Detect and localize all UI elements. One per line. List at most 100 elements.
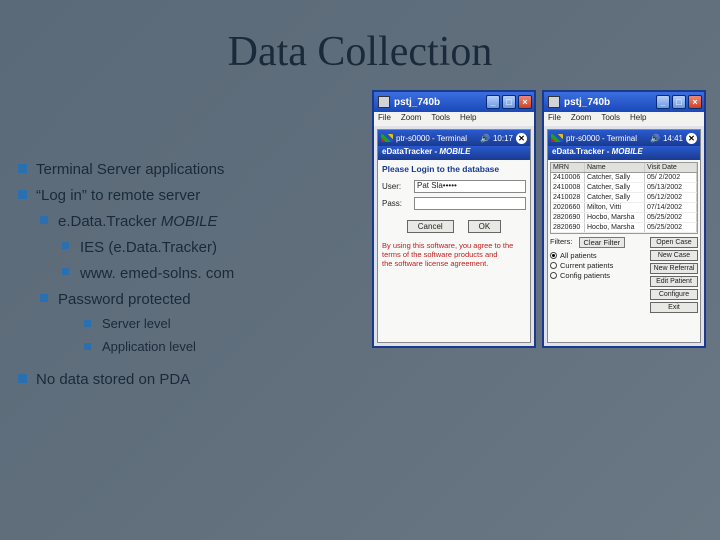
minimize-button[interactable]: _ <box>656 95 670 109</box>
close-button[interactable]: × <box>688 95 702 109</box>
bullet-text-em: MOBILE <box>161 213 218 230</box>
radio-label: Current patients <box>560 261 613 270</box>
bullet-item: Server level <box>80 314 372 335</box>
pda-title: ptr-s0000 - Terminal <box>396 134 467 143</box>
pda-close-icon[interactable]: ✕ <box>686 133 697 144</box>
menu-item[interactable]: Help <box>460 113 476 125</box>
open-case-button[interactable]: Open Case <box>650 237 698 248</box>
pda-topbar: ptr-s0000 - Terminal 🔊14:41✕ <box>548 130 700 146</box>
radio-icon <box>550 252 557 259</box>
minimize-button[interactable]: _ <box>486 95 500 109</box>
cell: Catcher, Sally <box>585 183 645 192</box>
menu-item[interactable]: File <box>548 113 561 125</box>
list-body: MRN Name Visit Date 2410006Catcher, Sall… <box>548 160 700 342</box>
app-titlebar: eData.Tracker - MOBILE <box>548 146 700 160</box>
radio-label: Config patients <box>560 271 610 280</box>
bullet-text: Application level <box>102 339 196 354</box>
menu-item[interactable]: Help <box>630 113 646 125</box>
cell: 2410028 <box>551 193 585 202</box>
pda-screen: ptr-s0000 - Terminal 🔊14:41✕ eData.Track… <box>547 129 701 343</box>
ok-button[interactable]: OK <box>468 220 502 233</box>
pda-topbar: ptr-s0000 - Terminal 🔊10:17✕ <box>378 130 530 146</box>
cell: 05/13/2002 <box>645 183 697 192</box>
bullet-text: Terminal Server applications <box>36 161 224 178</box>
cell: 05/12/2002 <box>645 193 697 202</box>
square-bullet-icon <box>84 343 91 350</box>
filters-box: Filters: Clear Filter All patients Curren… <box>550 237 647 340</box>
patients-table: MRN Name Visit Date 2410006Catcher, Sall… <box>550 162 698 234</box>
table-row[interactable]: 2410008Catcher, Sally05/13/2002 <box>551 183 697 193</box>
square-bullet-icon <box>84 320 91 327</box>
bullet-item: www. emed-solns. com <box>58 262 372 286</box>
titlebar: pstj_740b _ □ × <box>544 92 704 112</box>
square-bullet-icon <box>18 164 27 173</box>
col-visit[interactable]: Visit Date <box>645 163 697 172</box>
cell: Hocbo, Marsha <box>585 213 645 222</box>
bullet-text: www. emed-solns. com <box>80 265 234 282</box>
start-flag-icon[interactable] <box>551 134 563 142</box>
clear-filter-button[interactable]: Clear Filter <box>579 237 626 248</box>
cell: 2820690 <box>551 213 585 222</box>
start-flag-icon[interactable] <box>381 134 393 142</box>
app-name: eDataTracker <box>382 147 432 156</box>
cell: 2410008 <box>551 183 585 192</box>
bullet-text: Server level <box>102 316 171 331</box>
pda-title: ptr-s0000 - Terminal <box>566 134 637 143</box>
pda-close-icon[interactable]: ✕ <box>516 133 527 144</box>
menu-item[interactable]: Tools <box>601 113 620 125</box>
col-name[interactable]: Name <box>585 163 645 172</box>
speaker-icon[interactable]: 🔊 <box>480 134 490 143</box>
window-login: pstj_740b _ □ × File Zoom Tools Help ptr… <box>372 90 536 348</box>
bullet-item: Terminal Server applications <box>14 158 372 182</box>
table-row[interactable]: 2020660Milton, Vitti07/14/2002 <box>551 203 697 213</box>
pass-input[interactable] <box>414 197 526 210</box>
user-input[interactable]: Pat Sla••••• <box>414 180 526 193</box>
slide-content: Terminal Server applications “Log in” to… <box>0 76 720 394</box>
pda-screen: ptr-s0000 - Terminal 🔊10:17✕ eDataTracke… <box>377 129 531 343</box>
configure-button[interactable]: Configure <box>650 289 698 300</box>
legal-line: the software license agreement. <box>382 259 526 268</box>
menu-item[interactable]: Zoom <box>571 113 591 125</box>
filters-label: Filters: <box>550 237 573 248</box>
legal-line: By using this software, you agree to the <box>382 241 526 250</box>
menubar: File Zoom Tools Help <box>374 112 534 126</box>
legal-line: terms of the software products and <box>382 250 526 259</box>
radio-current[interactable]: Current patients <box>550 261 647 270</box>
square-bullet-icon <box>62 268 69 275</box>
table-row[interactable]: 2410028Catcher, Sally05/12/2002 <box>551 193 697 203</box>
table-row[interactable]: 2820690Hocbo, Marsha05/25/2002 <box>551 213 697 223</box>
bullet-list: Terminal Server applications “Log in” to… <box>14 86 372 394</box>
menubar: File Zoom Tools Help <box>544 112 704 126</box>
close-button[interactable]: × <box>518 95 532 109</box>
bullet-text: No data stored on PDA <box>36 371 190 388</box>
menu-item[interactable]: Tools <box>431 113 450 125</box>
radio-icon <box>550 262 557 269</box>
square-bullet-icon <box>62 242 69 249</box>
bullet-text: e.Data.Tracker <box>58 213 161 230</box>
edit-patient-button[interactable]: Edit Patient <box>650 276 698 287</box>
col-mrn[interactable]: MRN <box>551 163 585 172</box>
speaker-icon[interactable]: 🔊 <box>650 134 660 143</box>
cancel-button[interactable]: Cancel <box>407 220 454 233</box>
radio-label: All patients <box>560 251 597 260</box>
lower-panel: Filters: Clear Filter All patients Curren… <box>550 237 698 340</box>
screenshots-panel: pstj_740b _ □ × File Zoom Tools Help ptr… <box>372 86 706 394</box>
pass-label: Pass: <box>382 199 410 208</box>
radio-all[interactable]: All patients <box>550 251 647 260</box>
sep: - <box>604 147 611 156</box>
new-referral-button[interactable]: New Referral <box>650 263 698 274</box>
cell: 2020660 <box>551 203 585 212</box>
menu-item[interactable]: File <box>378 113 391 125</box>
table-row[interactable]: 2410006Catcher, Sally05/ 2/2002 <box>551 173 697 183</box>
new-case-button[interactable]: New Case <box>650 250 698 261</box>
menu-item[interactable]: Zoom <box>401 113 421 125</box>
clock: 14:41 <box>663 134 683 143</box>
app-icon <box>548 96 560 108</box>
table-row[interactable]: 2820690Hocbo, Marsha05/25/2002 <box>551 223 697 233</box>
radio-config[interactable]: Config patients <box>550 271 647 280</box>
app-name: eData.Tracker <box>552 147 604 156</box>
maximize-button[interactable]: □ <box>672 95 686 109</box>
app-subname: MOBILE <box>439 147 470 156</box>
maximize-button[interactable]: □ <box>502 95 516 109</box>
exit-button[interactable]: Exit <box>650 302 698 313</box>
